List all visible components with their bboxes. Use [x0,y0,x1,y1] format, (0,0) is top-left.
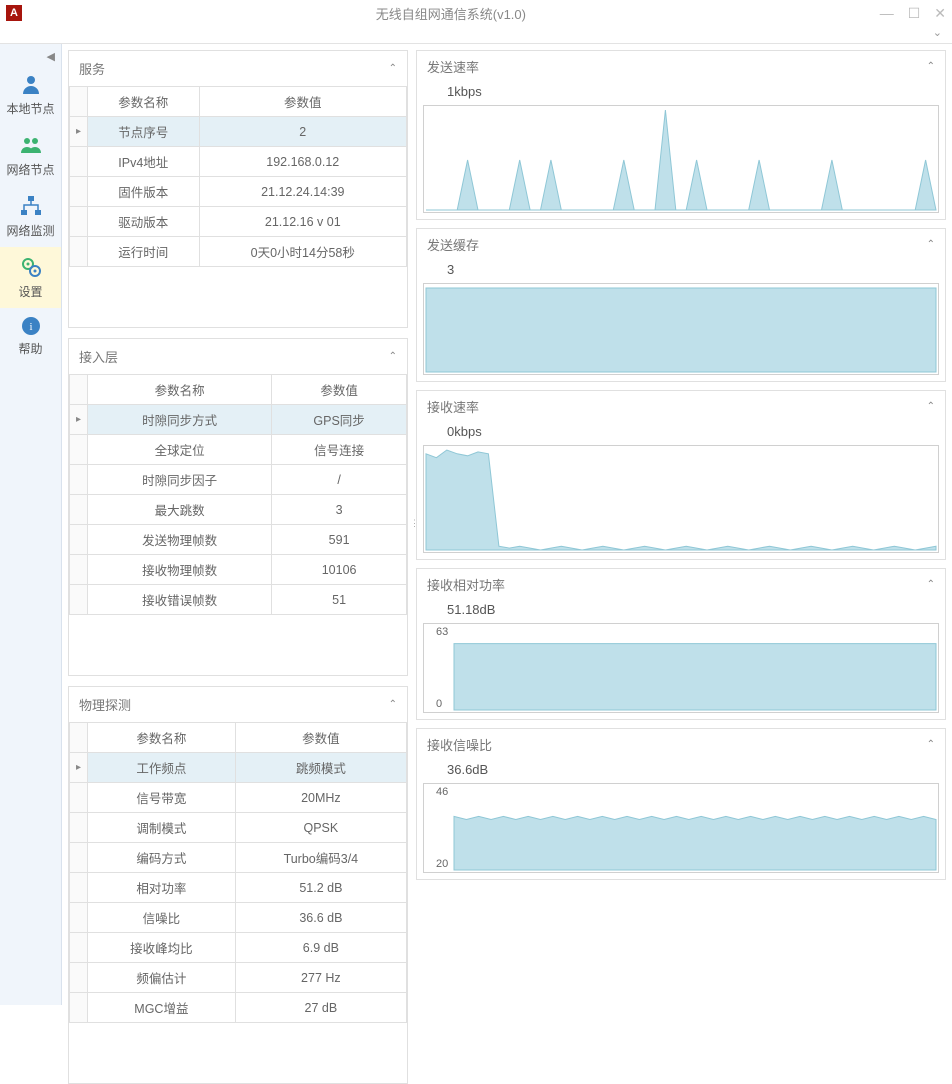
table-row[interactable]: ▸ 节点序号 2 [70,117,407,147]
access-table: 参数名称 参数值 ▸时隙同步方式GPS同步 全球定位信号连接 时隙同步因子/ 最… [69,374,407,615]
table-row[interactable]: 相对功率51.2 dB [70,873,407,903]
chart-reading: 1kbps [417,82,945,105]
chart-tx-buf [423,283,939,375]
sidebar-collapse-icon[interactable]: ◀ [0,50,61,64]
collapse-icon[interactable]: ⌃ [927,61,935,72]
table-row[interactable]: 固件版本21.12.24.14:39 [70,177,407,207]
panel-tx-buf: 发送缓存 ⌃ 3 [416,228,946,382]
chart-title: 接收相对功率 [427,575,505,594]
table-row[interactable]: 运行时间0天0小时14分58秒 [70,237,407,267]
panel-title: 物理探测 [79,695,131,714]
sidebar-item-label: 帮助 [18,340,42,357]
table-row[interactable]: 时隙同步因子/ [70,465,407,495]
table-row[interactable]: 信号带宽20MHz [70,783,407,813]
table-row[interactable]: 最大跳数3 [70,495,407,525]
window-title: 无线自组网通信系统(v1.0) [22,4,880,23]
app-icon: A [6,5,22,21]
col-header-name: 参数名称 [88,375,272,405]
y-tick-max: 46 [436,786,448,798]
panel-tx-rate: 发送速率 ⌃ 1kbps [416,50,946,220]
panel-rx-rate: 接收速率 ⌃ 0kbps [416,390,946,560]
titlebar: A 无线自组网通信系统(v1.0) — ☐ ✕ [0,0,952,26]
chart-title: 接收速率 [427,397,479,416]
chart-rx-power: 63 0 [423,623,939,713]
table-row[interactable]: ▸时隙同步方式GPS同步 [70,405,407,435]
table-row[interactable]: IPv4地址192.168.0.12 [70,147,407,177]
panel-title: 服务 [79,59,105,78]
panel-access: 接入层 ⌃ 参数名称 参数值 ▸时隙同步方式GPS同步 全球定位信号连接 时隙同… [68,338,408,676]
table-row[interactable]: 接收错误帧数51 [70,585,407,615]
chart-rx-snr: 46 20 [423,783,939,873]
sidebar-item-label: 本地节点 [6,100,54,117]
y-tick-max: 63 [436,626,448,638]
sidebar-item-settings[interactable]: 设置 [0,247,61,308]
chart-reading: 0kbps [417,422,945,445]
collapse-icon[interactable]: ⌃ [389,63,397,74]
info-icon: i [21,316,41,336]
y-tick-min: 20 [436,858,448,870]
ribbon-expand-icon[interactable]: ⌄ [933,26,942,39]
person-icon [19,72,43,96]
col-header-value: 参数值 [199,87,406,117]
gear-icon [19,255,43,279]
collapse-icon[interactable]: ⌃ [927,579,935,590]
ribbon-strip: ⌄ [0,26,952,44]
panel-rx-snr: 接收信噪比 ⌃ 36.6dB 46 20 [416,728,946,880]
table-row[interactable]: 编码方式Turbo编码3/4 [70,843,407,873]
sidebar-item-label: 网络监测 [6,222,54,239]
table-row[interactable]: 接收物理帧数10106 [70,555,407,585]
table-row[interactable]: 接收峰均比6.9 dB [70,933,407,963]
collapse-icon[interactable]: ⌃ [927,239,935,250]
col-header-name: 参数名称 [88,723,236,753]
chart-reading: 51.18dB [417,600,945,623]
col-header-value: 参数值 [235,723,406,753]
table-row[interactable]: 驱动版本21.12.16 v 01 [70,207,407,237]
table-row[interactable]: 调制模式QPSK [70,813,407,843]
collapse-icon[interactable]: ⌃ [389,351,397,362]
close-button[interactable]: ✕ [934,5,946,22]
panel-service: 服务 ⌃ 参数名称 参数值 ▸ 节点序号 2 IPv4地址192.168.0.1… [68,50,408,328]
table-row[interactable]: 信噪比36.6 dB [70,903,407,933]
panel-rx-power: 接收相对功率 ⌃ 51.18dB 63 0 [416,568,946,720]
svg-text:i: i [29,321,32,333]
maximize-button[interactable]: ☐ [908,5,921,22]
chart-tx-rate [423,105,939,213]
chart-title: 接收信噪比 [427,735,492,754]
table-row[interactable]: 全球定位信号连接 [70,435,407,465]
chart-reading: 3 [417,260,945,283]
network-icon [19,194,43,218]
y-tick-min: 0 [436,698,442,710]
col-header-name: 参数名称 [88,87,200,117]
collapse-icon[interactable]: ⌃ [927,401,935,412]
table-row[interactable]: 发送物理帧数591 [70,525,407,555]
sidebar: ◀ 本地节点 网络节点 网络监测 设置 [0,44,62,1005]
sidebar-item-network-node[interactable]: 网络节点 [0,125,61,186]
sidebar-item-label: 设置 [18,283,42,300]
collapse-icon[interactable]: ⌃ [927,739,935,750]
panel-title: 接入层 [79,347,118,366]
service-table: 参数名称 参数值 ▸ 节点序号 2 IPv4地址192.168.0.12 固件版… [69,86,407,267]
phy-table: 参数名称 参数值 ▸工作频点跳频模式 信号带宽20MHz 调制模式QPSK 编码… [69,722,407,1023]
table-row[interactable]: MGC增益27 dB [70,993,407,1023]
sidebar-item-label: 网络节点 [6,161,54,178]
collapse-icon[interactable]: ⌃ [389,699,397,710]
chart-title: 发送速率 [427,57,479,76]
group-icon [19,133,43,157]
table-row[interactable]: 频偏估计277 Hz [70,963,407,993]
col-header-value: 参数值 [272,375,407,405]
chart-title: 发送缓存 [427,235,479,254]
table-row[interactable]: ▸工作频点跳频模式 [70,753,407,783]
sidebar-item-network-monitor[interactable]: 网络监测 [0,186,61,247]
splitter-handle[interactable]: ⋮ [410,518,417,529]
sidebar-item-local-node[interactable]: 本地节点 [0,64,61,125]
minimize-button[interactable]: — [880,5,894,22]
chart-rx-rate [423,445,939,553]
sidebar-item-help[interactable]: i 帮助 [0,308,61,365]
chart-reading: 36.6dB [417,760,945,783]
panel-phy: 物理探测 ⌃ 参数名称 参数值 ▸工作频点跳频模式 信号带宽20MHz 调制模式… [68,686,408,1084]
